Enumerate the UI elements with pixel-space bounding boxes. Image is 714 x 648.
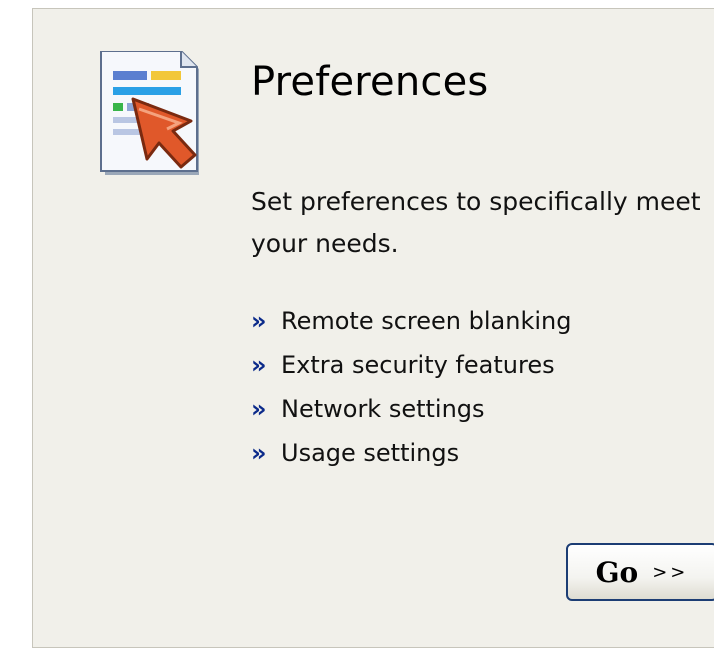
list-item[interactable]: » Network settings (251, 387, 571, 431)
go-button[interactable]: Go >> (566, 543, 714, 601)
double-chevron-right-icon: » (251, 307, 267, 335)
double-chevron-right-icon: » (251, 351, 267, 379)
list-item-label: Remote screen blanking (281, 307, 572, 335)
feature-list: » Remote screen blanking » Extra securit… (251, 299, 571, 475)
preferences-panel: Preferences Set preferences to specifica… (32, 8, 714, 648)
list-item-label: Extra security features (281, 351, 555, 379)
list-item[interactable]: » Usage settings (251, 431, 571, 475)
list-item-label: Network settings (281, 395, 485, 423)
page-title: Preferences (251, 59, 489, 105)
list-item[interactable]: » Remote screen blanking (251, 299, 571, 343)
go-button-arrows: >> (652, 561, 689, 583)
go-button-label: Go (595, 555, 639, 589)
double-chevron-right-icon: » (251, 395, 267, 423)
preferences-page-icon (100, 51, 199, 175)
list-item-label: Usage settings (281, 439, 460, 467)
list-item[interactable]: » Extra security features (251, 343, 571, 387)
double-chevron-right-icon: » (251, 439, 267, 467)
panel-description: Set preferences to specifically meet you… (251, 187, 701, 258)
